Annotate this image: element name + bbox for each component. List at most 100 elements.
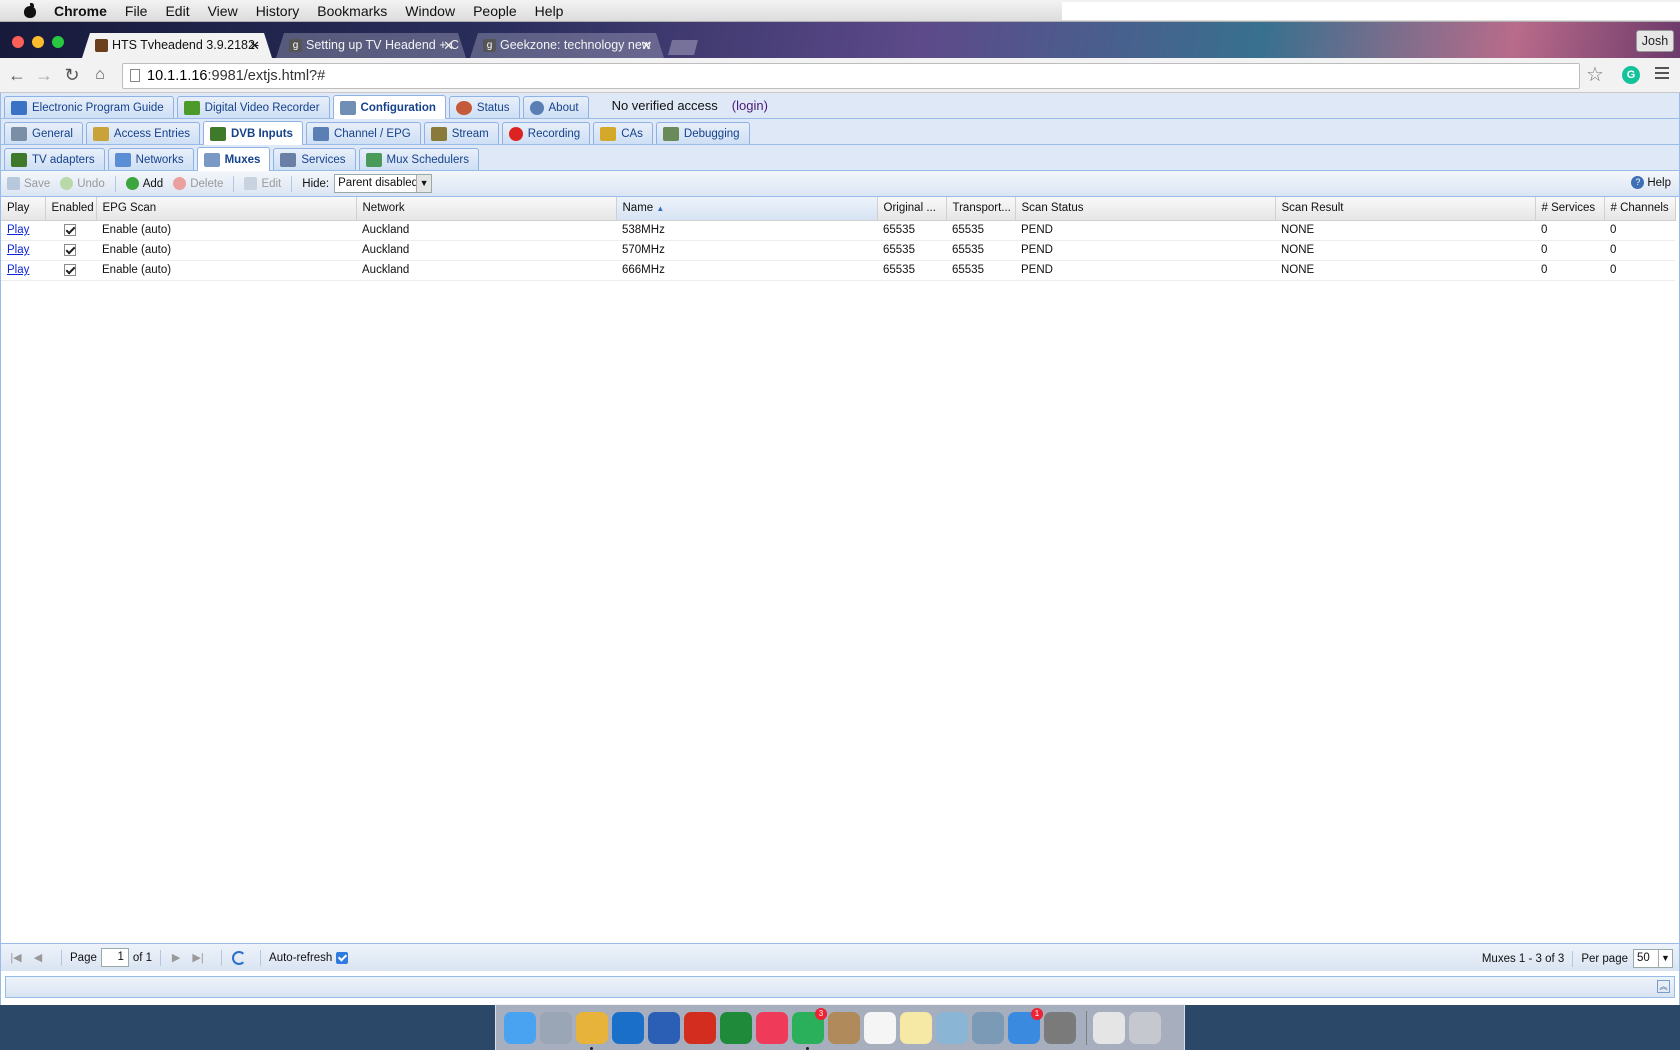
menu-edit[interactable]: Edit <box>165 3 189 19</box>
home-icon[interactable]: ⌂ <box>90 65 110 85</box>
close-window-icon[interactable] <box>12 36 24 48</box>
tab-access-entries[interactable]: Access Entries <box>85 122 200 144</box>
enabled-checkbox[interactable] <box>64 223 76 236</box>
cell-scan-result[interactable]: NONE <box>1275 260 1535 281</box>
play-link[interactable]: Play <box>7 264 29 276</box>
browser-tab-geekzone[interactable]: g Geekzone: technology new ✕ <box>470 33 664 58</box>
col-header-scan-status[interactable]: Scan Status <box>1015 197 1276 221</box>
browser-tab-tvheadend[interactable]: HTS Tvheadend 3.9.2182- ✕ <box>82 33 272 58</box>
col-header-enabled[interactable]: Enabled <box>45 197 97 221</box>
cell-epg-scan[interactable]: Enable (auto) <box>96 260 356 281</box>
save-button[interactable]: Save <box>7 177 50 190</box>
cell-tsid[interactable]: 65535 <box>946 260 1015 281</box>
cell-network[interactable]: Auckland <box>356 220 616 241</box>
auto-refresh-checkbox[interactable] <box>336 951 349 964</box>
menu-file[interactable]: File <box>125 3 148 19</box>
back-arrow-icon[interactable]: ← <box>7 65 27 85</box>
profile-button[interactable]: Josh <box>1636 30 1674 52</box>
cell-services[interactable]: 0 <box>1535 260 1604 281</box>
enabled-checkbox[interactable] <box>64 263 76 276</box>
col-header-network[interactable]: Network <box>356 197 617 221</box>
tab-digital-video-recorder[interactable]: Digital Video Recorder <box>176 96 330 118</box>
cell-channels[interactable]: 0 <box>1604 220 1675 241</box>
tab-debugging[interactable]: Debugging <box>655 122 750 144</box>
menu-history[interactable]: History <box>256 3 300 19</box>
outlook-icon[interactable] <box>612 1011 644 1044</box>
tab-mux-schedulers[interactable]: Mux Schedulers <box>358 148 479 170</box>
new-tab-button[interactable] <box>668 40 698 55</box>
apple-icon[interactable] <box>20 2 40 19</box>
launchpad-icon[interactable] <box>540 1011 572 1044</box>
calendar-icon[interactable] <box>864 1011 896 1044</box>
cell-scan-status[interactable]: PEND <box>1015 240 1275 261</box>
menu-bookmarks[interactable]: Bookmarks <box>317 3 387 19</box>
delete-button[interactable]: Delete <box>173 177 223 190</box>
col-header-scan-result[interactable]: Scan Result <box>1275 197 1536 221</box>
edit-button[interactable]: Edit <box>244 177 281 190</box>
cell-network[interactable]: Auckland <box>356 260 616 281</box>
first-page-icon[interactable]: |◀ <box>9 951 23 964</box>
cell-tsid[interactable]: 65535 <box>946 220 1015 241</box>
cell-channels[interactable]: 0 <box>1604 260 1675 281</box>
cell-channels[interactable]: 0 <box>1604 240 1675 261</box>
address-bar[interactable]: 10.1.1.16:9981/extjs.html?# <box>122 63 1580 89</box>
bookmark-star-icon[interactable]: ☆ <box>1586 62 1604 87</box>
page-number-input[interactable]: 1 <box>100 948 129 967</box>
enabled-checkbox[interactable] <box>64 243 76 256</box>
tab-about[interactable]: About <box>522 96 589 118</box>
cell-services[interactable]: 0 <box>1535 220 1604 241</box>
grammarly-extension-icon[interactable]: G <box>1622 66 1640 84</box>
cell-onid[interactable]: 65535 <box>877 240 946 261</box>
cell-name[interactable]: 666MHz <box>616 260 877 281</box>
col-header-play[interactable]: Play <box>1 197 46 221</box>
per-page-select[interactable]: 50 ▼ <box>1633 949 1673 968</box>
help-button[interactable]: ? Help <box>1631 176 1671 189</box>
menu-app-chrome[interactable]: Chrome <box>54 3 107 19</box>
expand-up-icon[interactable]: ︽ <box>1657 980 1670 993</box>
tab-networks[interactable]: Networks <box>107 148 194 170</box>
table-row[interactable]: Play Enable (auto) Auckland 538MHz 65535… <box>1 220 1675 241</box>
cell-scan-status[interactable]: PEND <box>1015 260 1275 281</box>
tab-cas[interactable]: CAs <box>593 122 653 144</box>
chrome-menu-icon[interactable] <box>1655 67 1669 81</box>
acrobat-icon[interactable] <box>684 1011 716 1044</box>
tab-configuration[interactable]: Configuration <box>332 95 446 119</box>
preview-icon[interactable] <box>936 1011 968 1044</box>
browser-tab-setting-up[interactable]: g Setting up TV Headend + C ✕ <box>276 33 466 58</box>
itunes-icon[interactable] <box>756 1011 788 1044</box>
col-header-epg-scan[interactable]: EPG Scan <box>96 197 357 221</box>
col-header-transport-stream-id[interactable]: Transport... <box>946 197 1016 221</box>
refresh-icon[interactable] <box>232 950 247 965</box>
last-page-icon[interactable]: ▶| <box>191 951 205 964</box>
tab-stream[interactable]: Stream <box>423 122 499 144</box>
add-button[interactable]: Add <box>125 177 163 190</box>
cell-name[interactable]: 570MHz <box>616 240 877 261</box>
tab-recording[interactable]: Recording <box>501 122 591 144</box>
col-header-services[interactable]: # Services <box>1535 197 1605 221</box>
tab-channel-epg[interactable]: Channel / EPG <box>305 122 421 144</box>
tab-dvb-inputs[interactable]: DVB Inputs <box>202 121 303 145</box>
table-row[interactable]: Play Enable (auto) Auckland 666MHz 65535… <box>1 260 1675 281</box>
excel-icon[interactable] <box>720 1011 752 1044</box>
close-tab-icon[interactable]: ✕ <box>641 33 652 58</box>
cell-epg-scan[interactable]: Enable (auto) <box>96 220 356 241</box>
spotify-icon[interactable]: 3 <box>792 1007 827 1050</box>
tab-muxes[interactable]: Muxes <box>196 147 271 171</box>
play-link[interactable]: Play <box>7 244 29 256</box>
contacts-icon[interactable] <box>828 1011 860 1044</box>
cell-scan-result[interactable]: NONE <box>1275 220 1535 241</box>
cell-services[interactable]: 0 <box>1535 240 1604 261</box>
cell-onid[interactable]: 65535 <box>877 260 946 281</box>
appstore-icon[interactable]: 1 <box>1008 1007 1043 1044</box>
undo-button[interactable]: Undo <box>60 177 105 190</box>
play-link[interactable]: Play <box>7 224 29 236</box>
photos-icon[interactable] <box>972 1011 1004 1044</box>
menu-window[interactable]: Window <box>405 3 455 19</box>
cell-network[interactable]: Auckland <box>356 240 616 261</box>
menu-help[interactable]: Help <box>535 3 564 19</box>
hide-select[interactable]: Parent disabled ▼ <box>334 174 433 193</box>
word-icon[interactable] <box>648 1011 680 1044</box>
zoom-window-icon[interactable] <box>52 36 64 48</box>
reload-icon[interactable]: ↻ <box>62 65 82 85</box>
col-header-original-network-id[interactable]: Original ... <box>877 197 947 221</box>
